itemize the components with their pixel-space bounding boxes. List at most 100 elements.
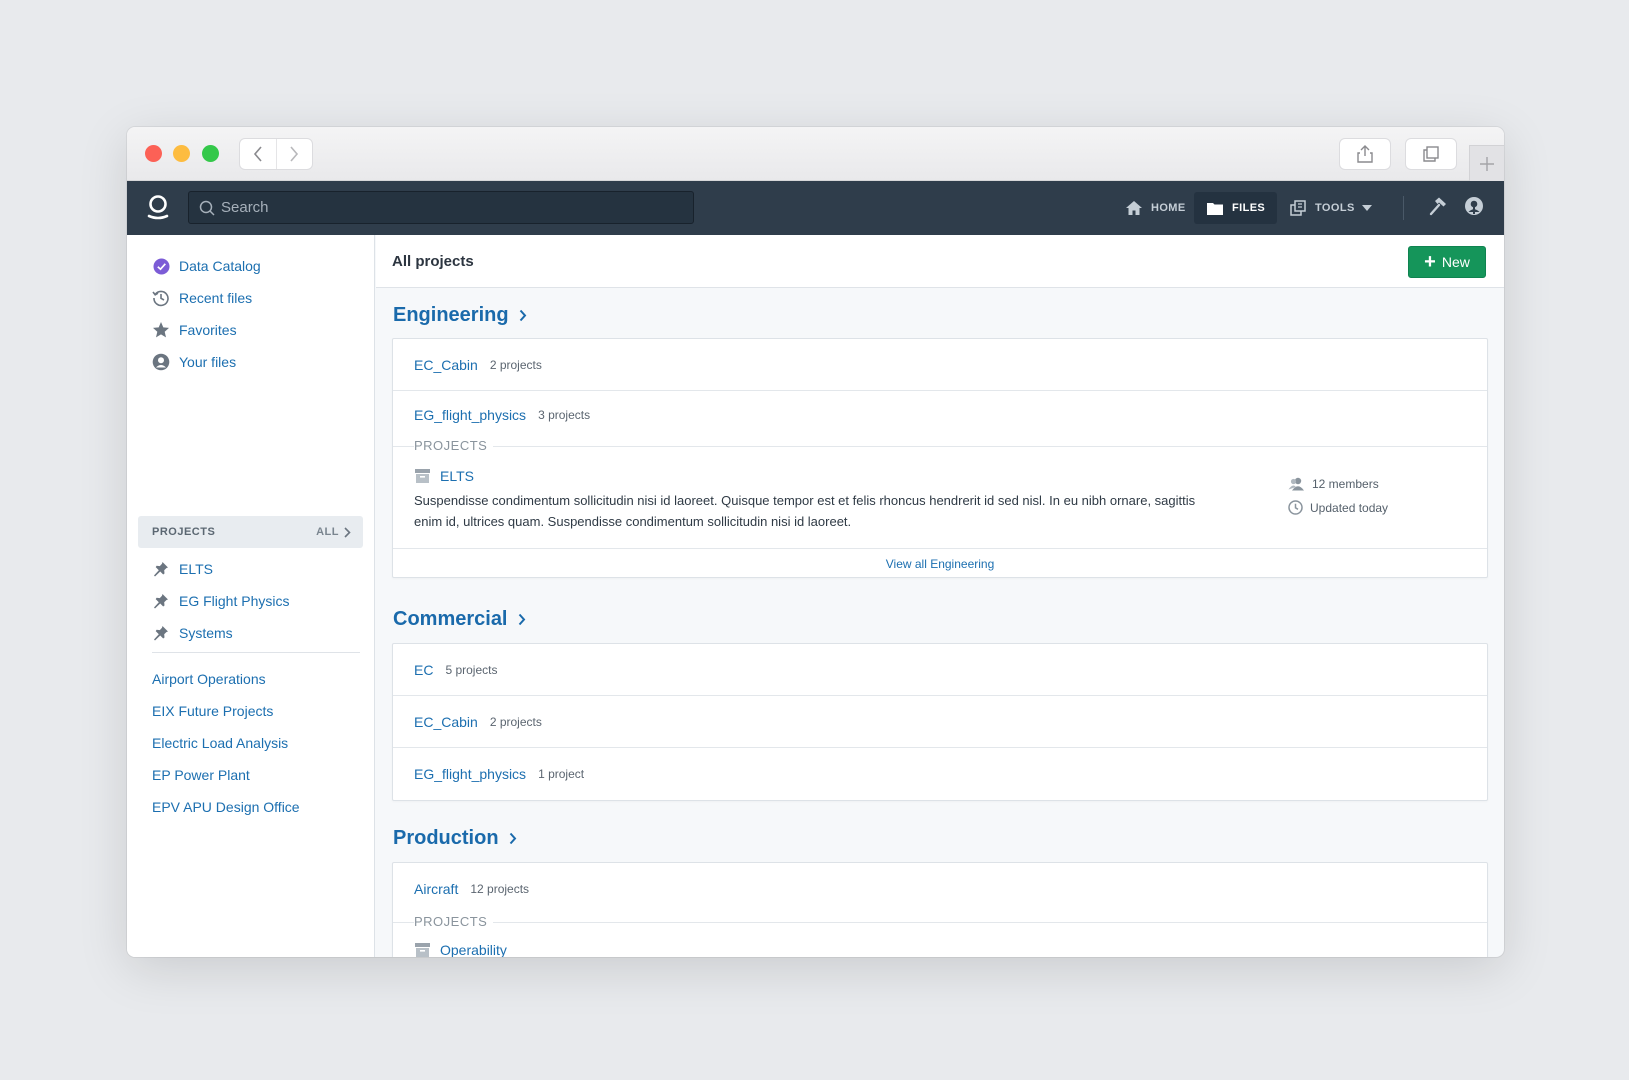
sidebar-pinned-systems[interactable]: Systems xyxy=(152,624,233,642)
archive-icon xyxy=(414,942,431,957)
browser-window: HOME FILES TOOLS Data Catalog xyxy=(127,127,1504,957)
nav-tools[interactable]: TOOLS xyxy=(1277,192,1384,224)
star-icon xyxy=(152,321,170,339)
subproject-link[interactable]: Operability xyxy=(414,942,507,957)
search-input[interactable] xyxy=(221,199,681,216)
nav-home-label: HOME xyxy=(1151,202,1186,214)
clock-icon xyxy=(1288,500,1303,515)
list-item[interactable]: EC_Cabin 2 projects xyxy=(393,696,1487,748)
members-label: 12 members xyxy=(1312,477,1379,491)
sidebar-link-airport-operations[interactable]: Airport Operations xyxy=(152,671,266,687)
section-title-production[interactable]: Production xyxy=(393,827,517,850)
search-icon xyxy=(199,200,215,216)
history-nav xyxy=(239,138,313,170)
list-item[interactable]: EC_Cabin 2 projects xyxy=(393,339,1487,391)
zoom-window-button[interactable] xyxy=(202,145,219,162)
section-title-label: Production xyxy=(393,827,499,849)
sidebar-pinned-elts[interactable]: ELTS xyxy=(152,560,213,578)
plus-icon: + xyxy=(1424,251,1436,273)
sidebar-link-epv-apu-design-office[interactable]: EPV APU Design Office xyxy=(152,799,300,815)
project-count: 2 projects xyxy=(489,714,542,729)
chevron-right-icon xyxy=(290,146,299,162)
sidebar-item-label: Recent files xyxy=(179,290,253,306)
projects-divider xyxy=(393,922,1487,923)
members-count: 12 members xyxy=(1288,477,1379,491)
section-title-engineering[interactable]: Engineering xyxy=(393,304,527,327)
list-item[interactable]: EC 5 projects xyxy=(393,644,1487,696)
sidebar-link-eix-future-projects[interactable]: EIX Future Projects xyxy=(152,703,273,719)
folder-name: Aircraft xyxy=(414,881,459,897)
list-item[interactable]: EG_flight_physics 1 project xyxy=(393,748,1487,800)
search-box[interactable] xyxy=(188,191,694,224)
projects-header: PROJECTS ALL xyxy=(138,516,363,548)
logo-icon xyxy=(147,195,169,220)
projects-all-link[interactable]: ALL xyxy=(316,526,351,538)
members-icon xyxy=(1288,477,1305,491)
folder-name: EC_Cabin xyxy=(414,713,478,730)
project-count: 3 projects xyxy=(538,407,591,422)
folder-name: EC xyxy=(414,661,434,678)
view-all-engineering-link[interactable]: View all Engineering xyxy=(393,548,1487,578)
sidebar-link-ep-power-plant[interactable]: EP Power Plant xyxy=(152,767,250,783)
minimize-window-button[interactable] xyxy=(173,145,190,162)
chevron-right-icon xyxy=(519,309,527,322)
sidebar-item-data-catalog[interactable]: Data Catalog xyxy=(152,257,261,275)
back-button[interactable] xyxy=(240,139,276,169)
forward-button[interactable] xyxy=(275,139,313,169)
list-item[interactable]: EG_flight_physics 3 projects xyxy=(393,391,1487,438)
sidebar-item-recent-files[interactable]: Recent files xyxy=(152,289,252,307)
section-title-commercial[interactable]: Commercial xyxy=(393,608,526,631)
updated-label: Updated today xyxy=(1310,500,1389,515)
subproject-link[interactable]: ELTS xyxy=(414,468,474,484)
folder-name: EG_flight_physics xyxy=(414,766,527,782)
app-logo[interactable] xyxy=(147,194,169,225)
projects-label: PROJECTS xyxy=(414,438,494,453)
sidebar-pinned-label: Systems xyxy=(179,625,233,641)
main-content: All projects + New Engineering EC_Cabin … xyxy=(376,235,1504,957)
nav-divider xyxy=(1403,196,1404,220)
user-circle-icon xyxy=(1465,197,1483,215)
sidebar: Data Catalog Recent files Favorites Your… xyxy=(127,235,375,957)
chevron-right-icon xyxy=(518,613,526,626)
nav-files-label: FILES xyxy=(1232,202,1266,214)
home-icon xyxy=(1126,201,1142,215)
hammer-icon xyxy=(1429,197,1446,216)
subproject-name: ELTS xyxy=(440,468,474,484)
projects-all-label: ALL xyxy=(316,526,339,538)
user-icon xyxy=(152,353,170,371)
sidebar-pinned-eg-flight-physics[interactable]: EG Flight Physics xyxy=(152,592,289,610)
list-item[interactable]: Aircraft 12 projects xyxy=(393,863,1487,915)
archive-icon xyxy=(414,468,431,484)
project-count: 1 project xyxy=(538,767,585,781)
section-title-label: Commercial xyxy=(393,608,508,630)
projects-header-label: PROJECTS xyxy=(152,526,216,538)
section-title-label: Engineering xyxy=(393,304,509,326)
close-window-button[interactable] xyxy=(145,145,162,162)
main-header: All projects + New xyxy=(376,235,1504,288)
commercial-card: EC 5 projects EC_Cabin 2 projects EG_fli… xyxy=(392,643,1488,801)
app-topbar: HOME FILES TOOLS xyxy=(127,181,1504,235)
sidebar-item-label: Data Catalog xyxy=(179,258,261,274)
folder-icon xyxy=(1207,202,1223,215)
chevron-right-icon xyxy=(509,832,517,845)
nav-home[interactable]: HOME xyxy=(1113,192,1198,224)
new-tab-button[interactable] xyxy=(1469,145,1504,181)
share-button[interactable] xyxy=(1339,138,1391,170)
project-count: 2 projects xyxy=(489,357,542,372)
sidebar-item-your-files[interactable]: Your files xyxy=(152,353,236,371)
tab-overview-button[interactable] xyxy=(1405,138,1457,170)
projects-divider xyxy=(393,446,1487,447)
tabs-icon xyxy=(1423,146,1439,162)
projects-label: PROJECTS xyxy=(414,914,494,929)
project-count: 12 projects xyxy=(470,882,530,896)
sidebar-item-favorites[interactable]: Favorites xyxy=(152,321,237,339)
nav-files[interactable]: FILES xyxy=(1194,192,1278,224)
folder-name: EG_flight_physics xyxy=(414,406,527,423)
new-button[interactable]: + New xyxy=(1408,246,1486,278)
sidebar-link-electric-load-analysis[interactable]: Electric Load Analysis xyxy=(152,735,288,751)
nav-tools-label: TOOLS xyxy=(1315,202,1355,214)
share-icon xyxy=(1357,145,1373,163)
admin-button[interactable] xyxy=(1428,196,1448,221)
user-menu-button[interactable] xyxy=(1464,196,1484,221)
caret-down-icon xyxy=(1361,205,1372,211)
